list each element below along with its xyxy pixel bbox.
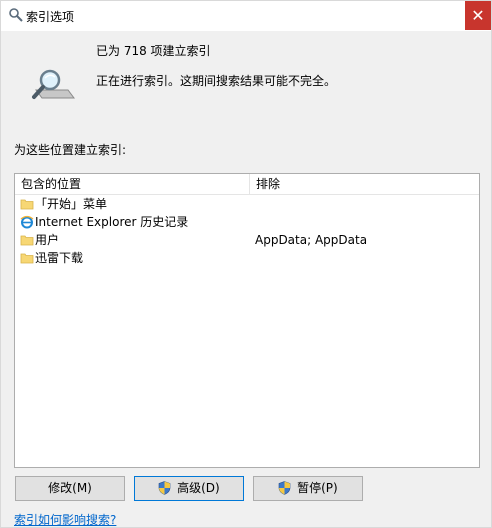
close-icon: ✕ (471, 6, 485, 25)
indexing-help-link[interactable]: 索引如何影响搜索? (14, 511, 116, 528)
title-bar[interactable]: 索引选项 ✕ (1, 1, 491, 31)
indexed-locations-list[interactable]: 包含的位置 排除 「开始」菜单 Internet Explorer 历史记录 用… (14, 173, 480, 468)
uac-shield-icon (158, 481, 171, 495)
folder-icon (20, 253, 34, 264)
list-item[interactable]: Internet Explorer 历史记录 (15, 213, 479, 231)
indexing-options-window: 索引选项 ✕ 已为 718 项建立索引 正在进行索引。这期间搜索结果可能不完全。… (0, 0, 492, 528)
advanced-button[interactable]: 高级(D) (134, 476, 244, 501)
pause-button-label: 暂停(P) (297, 481, 338, 495)
list-item[interactable]: 「开始」菜单 (15, 195, 479, 213)
indexed-count-text: 已为 718 项建立索引 (96, 44, 211, 58)
list-header: 包含的位置 排除 (15, 174, 479, 195)
close-button[interactable]: ✕ (465, 1, 491, 30)
advanced-button-label: 高级(D) (177, 481, 220, 495)
ie-icon (20, 215, 34, 229)
dialog-body: 已为 718 项建立索引 正在进行索引。这期间搜索结果可能不完全。 为这些位置建… (1, 31, 491, 527)
folder-icon (20, 199, 34, 210)
locations-section-label: 为这些位置建立索引: (14, 143, 127, 157)
location-name: 用户 (35, 233, 60, 247)
list-item[interactable]: 迅雷下载 (15, 249, 479, 267)
list-item[interactable]: 用户 AppData; AppData (15, 231, 479, 249)
pause-button[interactable]: 暂停(P) (253, 476, 363, 501)
location-name: Internet Explorer 历史记录 (35, 215, 189, 229)
location-exclusions: AppData; AppData (255, 233, 368, 247)
folder-icon (20, 235, 34, 246)
window-title: 索引选项 (26, 10, 75, 24)
modify-button[interactable]: 修改(M) (15, 476, 125, 501)
indexing-status-text: 正在进行索引。这期间搜索结果可能不完全。 (96, 74, 337, 88)
column-header-excluded[interactable]: 排除 (250, 174, 479, 194)
location-name: 「开始」菜单 (35, 197, 108, 211)
search-app-icon (9, 8, 23, 22)
uac-shield-icon (278, 481, 291, 495)
location-name: 迅雷下载 (35, 251, 84, 265)
list-body: 「开始」菜单 Internet Explorer 历史记录 用户 AppData… (15, 195, 479, 267)
column-header-included[interactable]: 包含的位置 (15, 174, 250, 194)
indexing-magnifier-icon (32, 69, 75, 99)
modify-button-label: 修改(M) (48, 481, 92, 495)
